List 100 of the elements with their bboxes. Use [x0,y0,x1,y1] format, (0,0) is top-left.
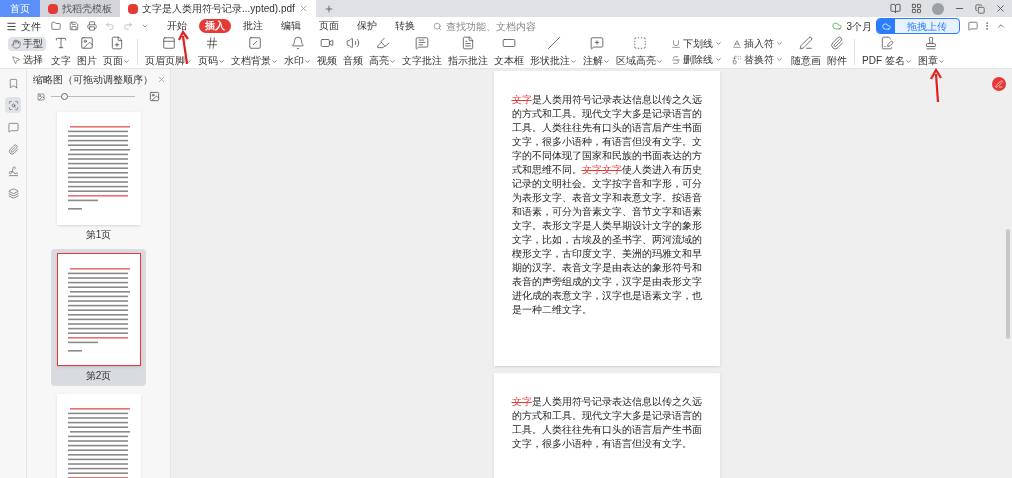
caret-icon [389,57,396,65]
toolbar-button[interactable]: 文本框 [491,36,527,67]
replace-icon [732,54,742,65]
toolbar-button[interactable]: 插入符 [729,36,786,51]
toolbar-button[interactable]: 随意画 [788,36,824,67]
caret-icon [304,57,311,65]
toolbar-button[interactable]: 指示批注 [445,36,491,67]
toolbar-button[interactable]: 区域高亮 [613,36,666,67]
slider-thumb[interactable] [60,93,68,101]
toolbar-button[interactable]: 水印 [281,36,314,67]
caret-icon [937,57,945,65]
toolbar-button[interactable]: 图章 [914,36,948,67]
image-icon [80,36,94,50]
caret-icon [218,57,225,65]
toolbar-button[interactable]: 文字 [48,36,74,67]
menu-tab[interactable]: 页面 [313,19,345,33]
document-tab[interactable]: 找稻壳模板 [40,0,120,17]
caret-icon[interactable] [141,22,149,30]
reading-mode-icon[interactable] [890,3,901,14]
comment-icon [7,121,19,133]
sidebar-tool[interactable] [5,185,21,201]
close-icon[interactable] [995,3,1006,14]
text-tool-icon [54,36,68,50]
toolbar-button[interactable]: 高亮 [366,36,399,67]
menu-tab[interactable]: 开始 [161,19,193,33]
sidebar-tool[interactable] [5,97,21,113]
toolbar-button[interactable]: 下划线 [668,36,725,51]
zoom-slider[interactable] [51,92,135,101]
comment-add-icon [589,36,604,50]
paperclip-icon [830,36,844,50]
underline-icon [671,38,681,49]
menu-tab[interactable]: 保护 [351,19,383,33]
toolbar-button[interactable]: 视频 [314,36,340,67]
toolbar-button[interactable]: 形状批注 [527,36,580,67]
collapse-icon[interactable] [996,21,1006,31]
toolbar-button[interactable]: 手型 [8,36,46,51]
document-paragraph: 文字是人类用符号记录表达信息以传之久远的方式和工具。现代文字大多是记录语言的工具。人类往往先有口头的语言后产生书面文字，很多小语种，有语言但没有文字。文字的不同体现了国家和民族的书面表达的方式和思维不同。文字文字使人类进入有历史记录的文明社会。文字按字音和字形，可分为表形文字、表音文字和表意文字。按语音和语素，可分为音素文字、音节文字和语素文字。表形文字是人类早期设计文字的象形文字，比如，古埃及的圣书字、两河流域的楔形文字，古印度文字、美洲的玛雅文和早期的汉字。表音文字是由表达的象形符号和表音的声旁组成的文字，汉字是由表形文字进化成的表意文字，汉字也是语素文字，也是一种二维文字。 [511,93,702,317]
document-paragraph: 文字是人类用符号记录表达信息以传之久远的方式和工具。现代文字大多是记录语言的工具。人类往往先有口头的语言后产生书面文字，很多小语种，有语言但没有文字。 [511,395,702,451]
tab-label: 文字是人类用符号记录...ypted).pdf [142,2,295,16]
menu-tab[interactable]: 转换 [389,19,421,33]
caret-icon [271,57,278,65]
thumbnail-item[interactable]: 第2页 [51,249,146,386]
menu-tab[interactable]: 编辑 [275,19,307,33]
menu-icon [6,20,17,32]
upload-button[interactable]: 拖拽上传 [876,18,960,34]
toolbar-button[interactable]: 注解 [580,36,613,67]
file-menu[interactable]: 文件 [6,18,41,34]
line-icon [546,36,561,50]
page-number-icon [204,36,219,50]
redo-icon[interactable] [123,21,133,31]
video-icon [320,36,334,50]
caret-icon [715,56,722,63]
page-label: 第1页 [85,228,112,242]
save-icon[interactable] [69,21,79,31]
toolbar-button[interactable]: 附件 [824,36,850,67]
grid-icon[interactable] [911,3,922,14]
new-tab-icon[interactable] [323,3,334,14]
pen-icon [799,36,813,50]
toolbar-button[interactable]: 音频 [340,36,366,67]
close-icon[interactable] [298,4,308,13]
comment-icon[interactable] [968,21,978,31]
close-icon[interactable] [157,74,166,84]
bookmark-icon [7,77,19,89]
panel-title: 缩略图（可拖动调整顺序） [33,72,153,87]
arrow-icon [930,68,944,102]
undo-icon[interactable] [105,21,115,31]
menu-tab[interactable]: 插入 [199,19,231,33]
edit-fab-button[interactable] [992,77,1006,91]
toolbar-button[interactable]: 文档背景 [228,36,281,67]
background-icon [247,36,262,50]
caret-icon [656,57,663,65]
small-image-icon[interactable] [37,92,45,101]
cursor-icon [11,54,21,65]
folder-icon[interactable] [51,21,61,31]
paperclip-icon [7,143,19,155]
large-image-icon[interactable] [149,91,160,103]
toolbar-button[interactable]: 选择 [8,52,46,67]
caret-text-icon [732,38,742,49]
caret-icon [904,57,912,65]
search-field[interactable]: 查找功能、文档内容 [433,18,558,34]
toolbar-button[interactable]: 页眉页脚 [142,36,195,67]
toolbar-button[interactable]: PDF 签名 [859,36,915,67]
avatar-icon[interactable] [932,2,944,15]
caret-icon [123,57,130,65]
toolbar-button[interactable]: 图片 [74,36,100,67]
document-tab[interactable]: 文字是人类用符号记录...ypted).pdf [120,0,316,17]
caret-icon [715,40,722,47]
print-icon[interactable] [87,21,97,31]
page-label: 第2页 [85,369,112,383]
toolbar-button[interactable]: 页码 [195,36,228,67]
toolbar-button[interactable]: 页面 [100,36,133,67]
tab-label: 找稻壳模板 [62,2,112,16]
toolbar-button[interactable]: 删除线 [668,52,725,67]
caret-icon [185,57,192,65]
toolbar-button[interactable]: 替换符 [729,52,786,67]
note-icon [461,36,475,50]
toolbar-button[interactable]: 文字批注 [399,36,445,67]
menu-tab[interactable]: 批注 [237,19,269,33]
thumbnail-icon [7,99,19,111]
restore-icon[interactable] [975,3,985,14]
